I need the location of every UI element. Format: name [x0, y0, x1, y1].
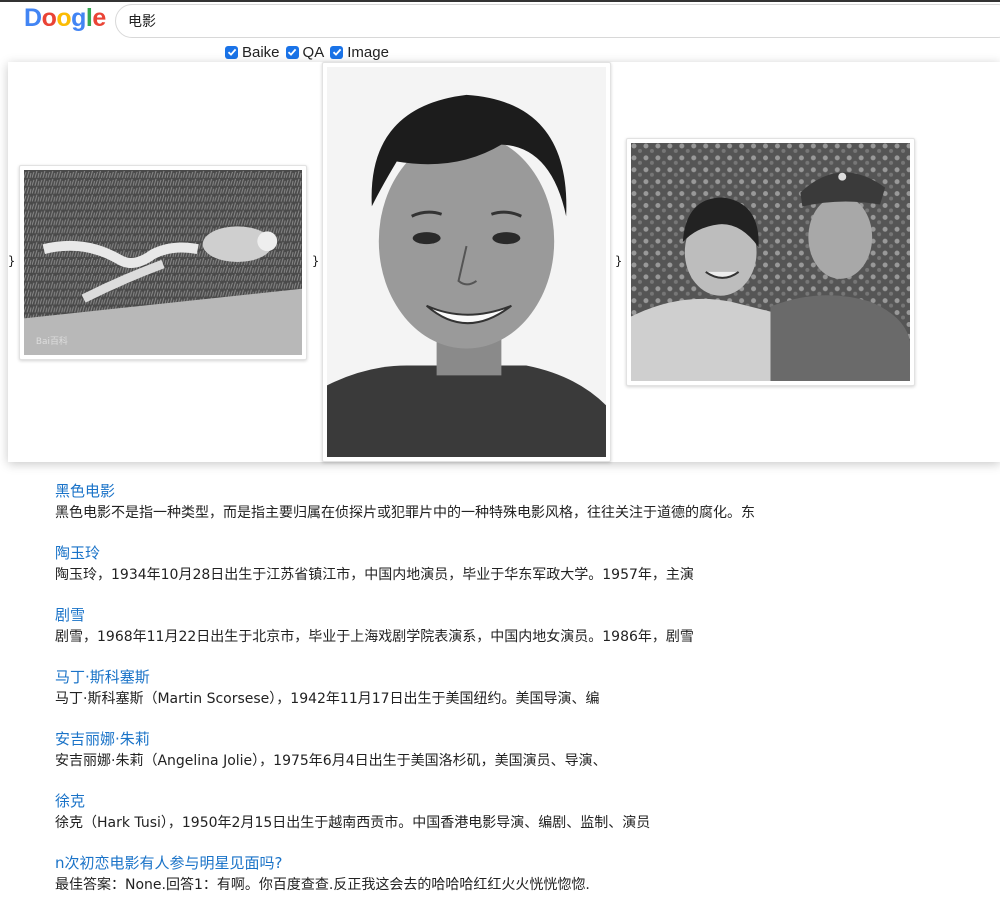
- filter-baike[interactable]: Baike: [225, 44, 280, 61]
- filter-label: QA: [302, 43, 325, 61]
- filter-qa[interactable]: QA: [285, 43, 325, 61]
- logo-letter: o: [41, 4, 57, 32]
- result-item: 徐克 徐克（Hark Tusi），1950年2月15日出生于越南西贡市。中国香港…: [55, 790, 955, 852]
- result-title-link[interactable]: 黑色电影: [55, 480, 955, 502]
- logo-letter: o: [56, 4, 72, 32]
- result-item: 陶玉玲 陶玉玲，1934年10月28日出生于江苏省镇江市，中国内地演员，毕业于华…: [55, 542, 955, 604]
- result-item: 马丁·斯科塞斯 马丁·斯科塞斯（Martin Scorsese），1942年11…: [55, 666, 955, 728]
- filter-label: Baike: [242, 43, 280, 61]
- filter-label: Image: [347, 43, 389, 61]
- result-title-link[interactable]: 徐克: [55, 790, 955, 812]
- couple-photo: [631, 143, 910, 381]
- result-snippet: 马丁·斯科塞斯（Martin Scorsese），1942年11月17日出生于美…: [55, 691, 600, 707]
- result-item: n次初恋电影有人参与明星见面吗? 最佳答案：None.回答1：有啊。你百度查查.…: [55, 852, 955, 914]
- checkbox-checked-icon[interactable]: [225, 45, 238, 59]
- result-snippet: 徐克（Hark Tusi），1950年2月15日出生于越南西贡市。中国香港电影导…: [55, 815, 651, 831]
- logo-letter: D: [24, 4, 42, 32]
- checkbox-checked-icon[interactable]: [285, 45, 299, 59]
- result-snippet: 陶玉玲，1934年10月28日出生于江苏省镇江市，中国内地演员，毕业于华东军政大…: [55, 567, 694, 583]
- result-title-link[interactable]: n次初恋电影有人参与明星见面吗?: [55, 852, 955, 874]
- result-title-link[interactable]: 马丁·斯科塞斯: [55, 666, 955, 688]
- result-snippet: 黑色电影不是指一种类型，而是指主要归属在侦探片或犯罪片中的一种特殊电影风格，往往…: [55, 505, 755, 521]
- logo[interactable]: Doogle: [24, 4, 106, 33]
- checkbox-checked-icon[interactable]: [330, 45, 344, 59]
- brace-text: }: [615, 254, 623, 268]
- grass-photo: Bai百科: [24, 170, 302, 355]
- logo-letter: e: [92, 4, 106, 32]
- result-item: 剧雪 剧雪，1968年11月22日出生于北京市，毕业于上海戏剧学院表演系，中国内…: [55, 604, 955, 666]
- result-item: 安吉丽娜·朱莉 安吉丽娜·朱莉（Angelina Jolie），1975年6月4…: [55, 728, 955, 790]
- image-result-portrait[interactable]: [322, 62, 611, 462]
- search-results: 黑色电影 黑色电影不是指一种类型，而是指主要归属在侦探片或犯罪片中的一种特殊电影…: [55, 480, 955, 914]
- filter-image[interactable]: Image: [330, 44, 389, 61]
- brace-text: }: [312, 254, 320, 268]
- result-item: 黑色电影 黑色电影不是指一种类型，而是指主要归属在侦探片或犯罪片中的一种特殊电影…: [55, 480, 955, 542]
- result-snippet: 最佳答案：None.回答1：有啊。你百度查查.反正我这会去的哈哈哈红红火火恍恍惚…: [55, 877, 590, 893]
- result-snippet: 剧雪，1968年11月22日出生于北京市，毕业于上海戏剧学院表演系，中国内地女演…: [55, 629, 694, 645]
- brace-text: }: [8, 254, 16, 268]
- image-result-couple[interactable]: [626, 138, 915, 386]
- top-border: [0, 0, 1000, 2]
- image-result-grass[interactable]: Bai百科: [19, 165, 307, 360]
- result-title-link[interactable]: 安吉丽娜·朱莉: [55, 728, 955, 750]
- result-title-link[interactable]: 陶玉玲: [55, 542, 955, 564]
- portrait-photo: [327, 67, 606, 457]
- watermark-text: Bai百科: [36, 335, 68, 347]
- search-input[interactable]: [115, 4, 1000, 38]
- result-snippet: 安吉丽娜·朱莉（Angelina Jolie），1975年6月4日出生于美国洛杉…: [55, 753, 607, 769]
- image-gallery: } Bai百科 }}: [8, 62, 1000, 462]
- filter-bar: Baike QA Image: [225, 42, 395, 62]
- result-title-link[interactable]: 剧雪: [55, 604, 955, 626]
- logo-letter: g: [71, 4, 86, 32]
